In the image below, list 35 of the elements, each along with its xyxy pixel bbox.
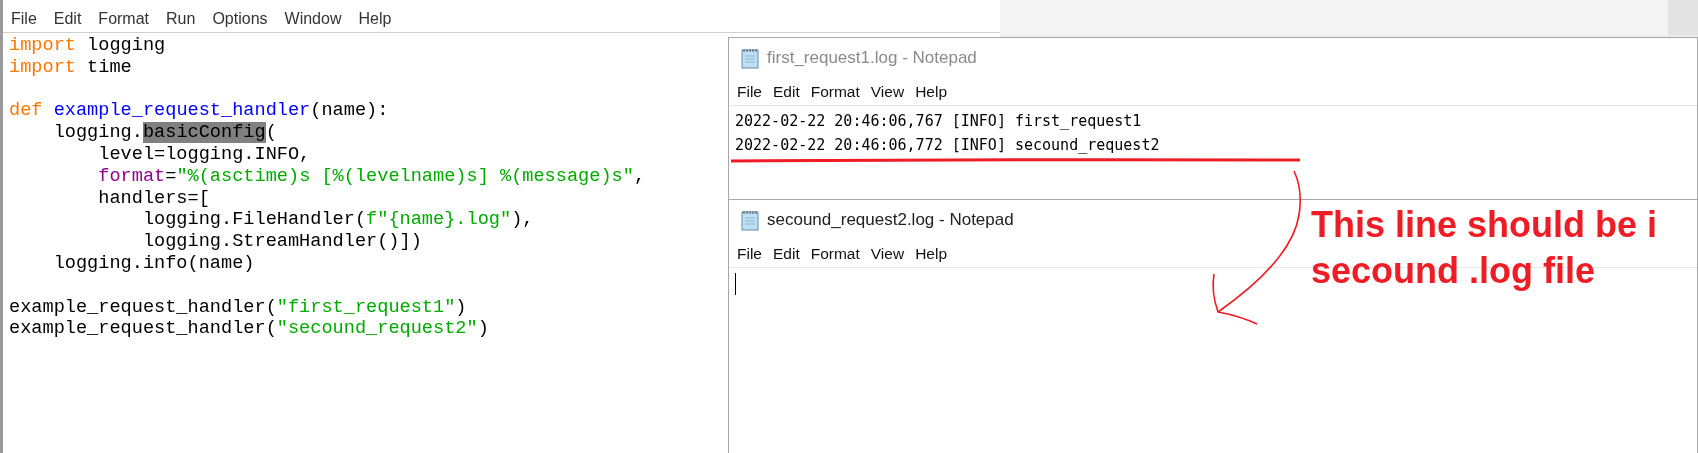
code-line: example_request_handler("first_request1")	[9, 296, 467, 319]
annotation-text: This line should be i secound .log file	[1311, 203, 1658, 293]
menu-item[interactable]: Edit	[53, 6, 82, 32]
window-title: secound_request2.log - Notepad	[767, 210, 1014, 230]
code-line: handlers=[	[97, 187, 210, 210]
code-line: import logging	[9, 35, 166, 57]
code-line: level=logging.INFO,	[97, 144, 311, 166]
menu-item[interactable]: Run	[166, 6, 196, 32]
log-line: 2022-02-22 20:46:06,767 [INFO] first_request1	[735, 111, 1143, 132]
menu-item[interactable]: File	[737, 82, 762, 101]
notepad-icon	[740, 209, 760, 231]
code-line: example_request_handler("secound_request2")	[9, 318, 489, 341]
menu-item[interactable]: Help	[915, 82, 947, 101]
menu-item[interactable]: Help	[915, 244, 947, 263]
menu-item[interactable]: File	[737, 244, 762, 263]
menu-item[interactable]: Edit	[773, 244, 800, 263]
menu-item[interactable]: View	[870, 244, 905, 263]
menu-item[interactable]: Options	[212, 6, 268, 32]
code-line: format="%(asctime)s [%(levelname)s] %(message)s",	[97, 165, 646, 188]
menu-item[interactable]: View	[870, 82, 905, 101]
menu-item[interactable]: Edit	[773, 82, 800, 101]
notepad-icon	[740, 47, 760, 69]
code-line: logging.StreamHandler()])	[141, 231, 422, 253]
code-line: logging.FileHandler(f"{name}.log"),	[141, 209, 534, 232]
menu-item[interactable]: Format	[98, 6, 150, 32]
menu-item[interactable]: File	[11, 6, 37, 32]
window-title: first_request1.log - Notepad	[767, 48, 977, 68]
menu-item[interactable]: Help	[358, 6, 392, 32]
menu-item[interactable]: Format	[810, 82, 860, 101]
menu-item[interactable]: Window	[284, 6, 342, 32]
menu-item[interactable]: Format	[810, 244, 860, 263]
code-line: def example_request_handler(name):	[9, 100, 389, 123]
code-line: import time	[9, 56, 132, 79]
code-line: logging.info(name)	[52, 252, 255, 275]
log-line: 2022-02-22 20:46:06,772 [INFO] secound_request2	[735, 135, 1161, 156]
